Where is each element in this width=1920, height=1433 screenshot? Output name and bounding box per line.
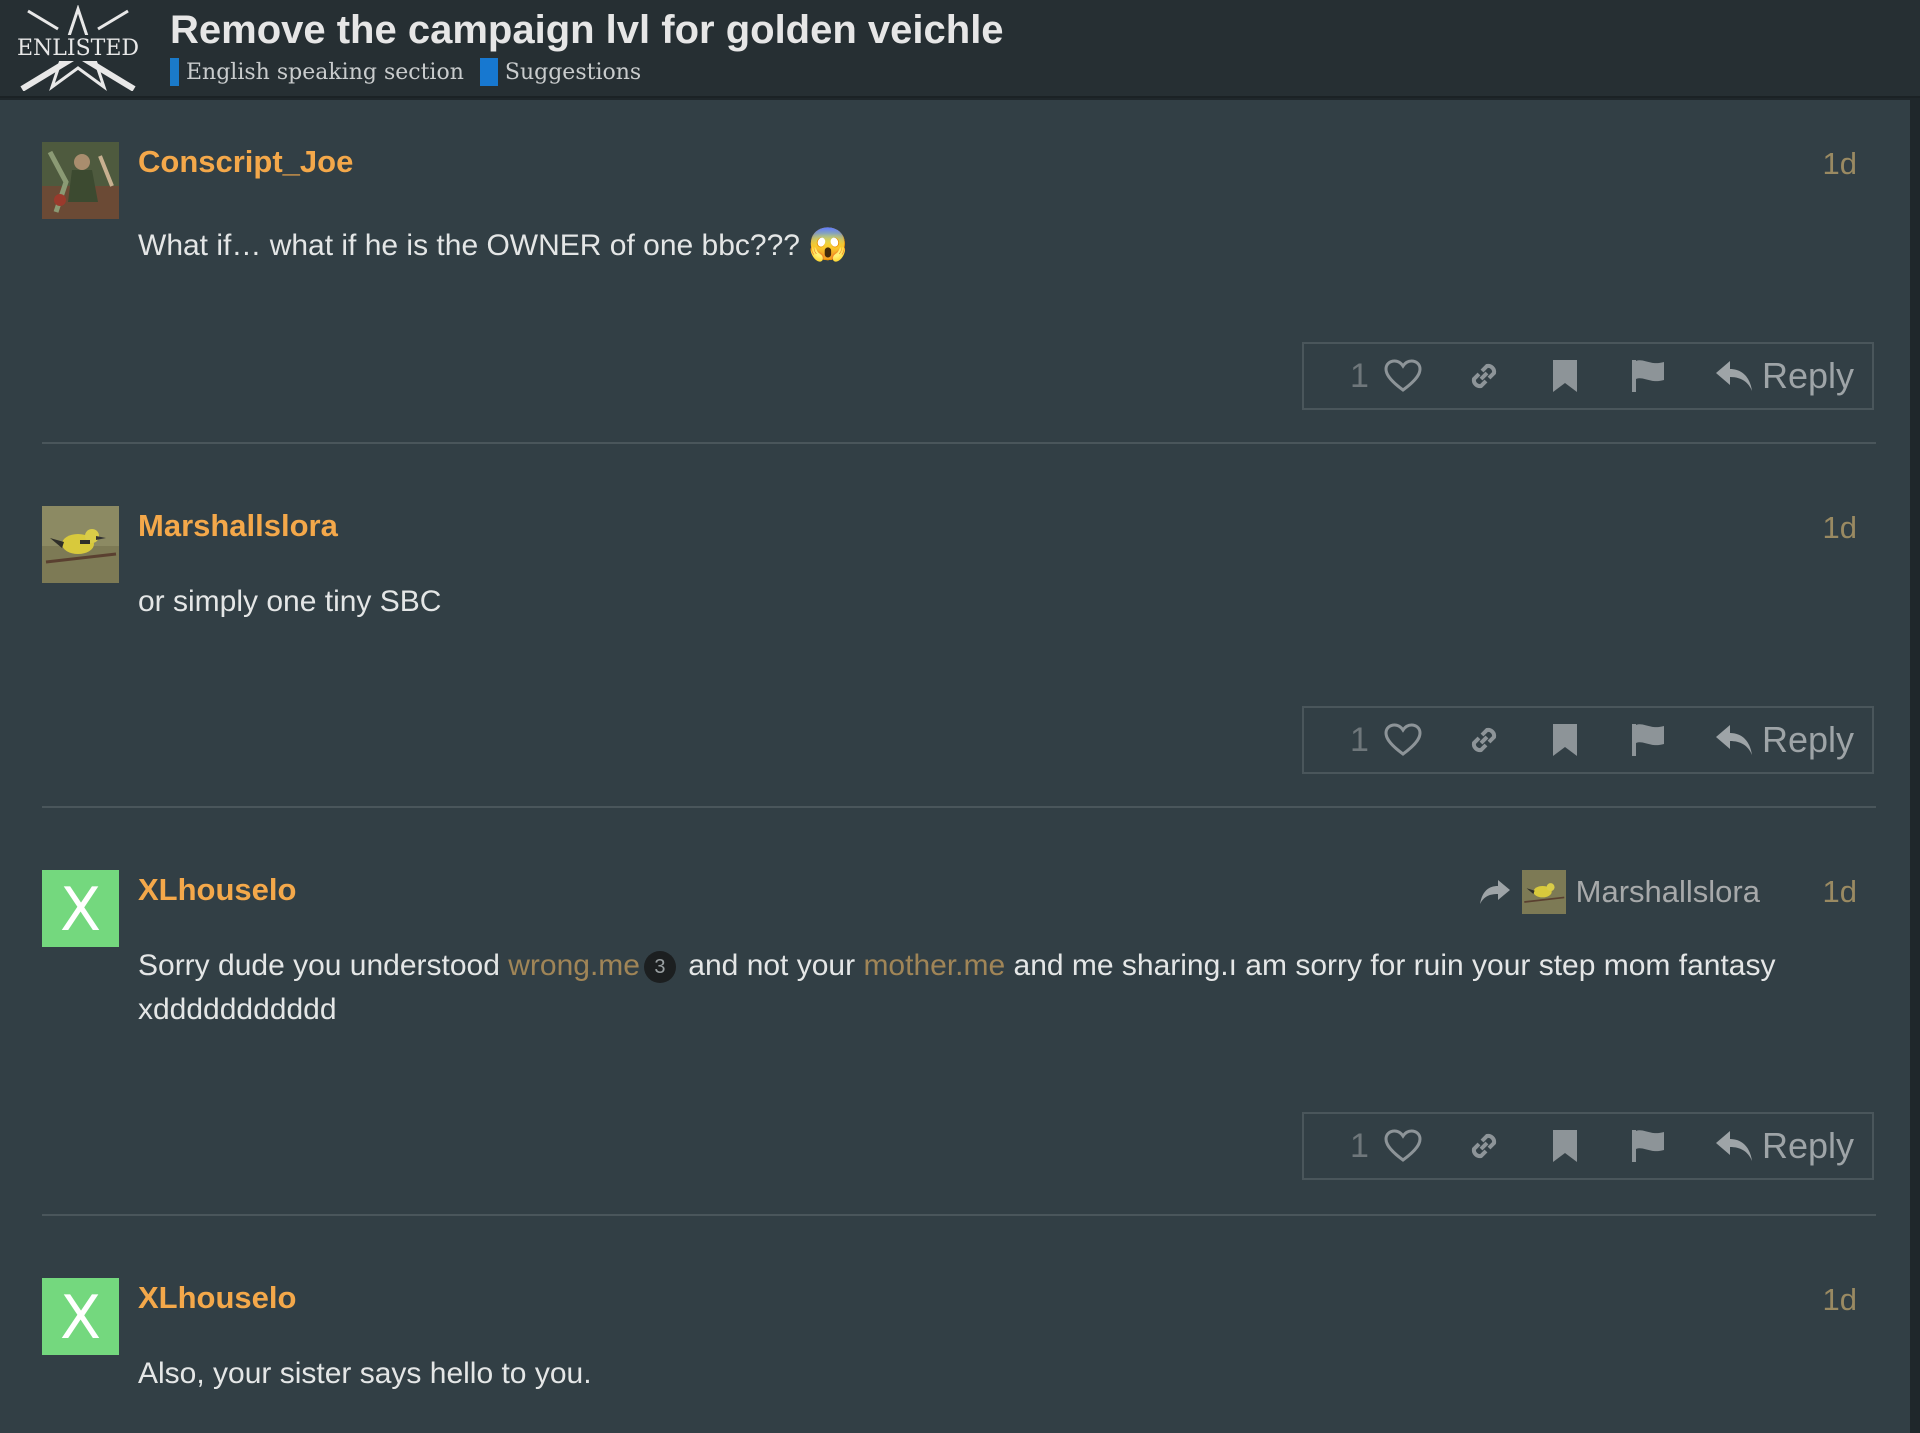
reply-button[interactable]: Reply [1714,708,1854,772]
reply-label: Reply [1762,1125,1855,1166]
link-click-count-badge: 3 [643,951,676,984]
reply-arrow-icon [1716,725,1752,755]
post-actions: 1 Reply [1302,342,1874,410]
post-actions: 1 Reply [1302,1112,1874,1180]
post-divider [42,442,1876,444]
flag-icon[interactable] [1630,708,1666,772]
logo-text: ENLISTED [18,36,138,61]
category-label: English speaking section [186,59,464,85]
avatar[interactable]: X [42,870,119,947]
post-divider [42,1214,1876,1216]
link-icon[interactable] [1466,344,1502,408]
post-text: What if… what if he is the OWNER of one … [138,229,800,262]
reply-to-username: Marshallslora [1575,874,1760,909]
like-count[interactable]: 1 [1350,344,1369,408]
bird-avatar-icon [42,506,119,583]
reply-to-arrow-icon [1479,880,1510,904]
post-date[interactable]: 1d [1823,510,1857,546]
topic-header: ENLISTED Remove the campaign lvl for gol… [0,0,1920,98]
bird-avatar-icon [1521,870,1566,914]
bookmark-icon[interactable] [1550,1114,1580,1178]
category-label: Suggestions [504,59,642,85]
reply-label: Reply [1762,719,1855,760]
post-date[interactable]: 1d [1823,1282,1857,1318]
category-color-swatch [479,58,498,86]
username[interactable]: Conscript_Joe [138,144,353,180]
like-count[interactable]: 1 [1350,708,1369,772]
scream-emoji: 😱 [808,226,849,262]
post-text: and not your [679,949,864,982]
link-icon[interactable] [1466,708,1502,772]
page-title[interactable]: Remove the campaign lvl for golden veich… [170,8,1004,53]
mother-me-link[interactable]: mother.me [863,949,1005,982]
reply-button[interactable]: Reply [1714,344,1854,408]
post-body: Sorry dude you understood wrong.me 3 and … [138,944,1868,1032]
post-body: Also, your sister says hello to you. [138,1357,592,1390]
post-date[interactable]: 1d [1823,874,1857,910]
post-body: or simply one tiny SBC [138,585,442,618]
heart-icon[interactable] [1384,708,1422,772]
enlisted-logo[interactable]: ENLISTED [17,4,139,92]
wrong-me-link[interactable]: wrong.me [508,949,640,982]
like-count[interactable]: 1 [1350,1114,1369,1178]
category-link-suggestions[interactable]: Suggestions [479,58,642,86]
reply-label: Reply [1762,355,1855,396]
heart-icon[interactable] [1384,344,1422,408]
reply-to-avatar [1521,870,1566,914]
flag-icon[interactable] [1630,1114,1666,1178]
username[interactable]: XLhouselo [138,872,296,908]
post-text: Sorry dude you understood [138,949,509,982]
post-actions: 1 Reply [1302,706,1874,774]
breadcrumb: English speaking section Suggestions [170,58,641,86]
username[interactable]: Marshallslora [138,508,338,544]
category-link-english[interactable]: English speaking section [170,58,464,86]
category-color-swatch [170,58,179,86]
reply-arrow-icon [1716,361,1752,391]
reply-button[interactable]: Reply [1714,1114,1854,1178]
avatar[interactable]: X [42,1278,119,1355]
avatar[interactable] [42,142,119,219]
bookmark-icon[interactable] [1550,344,1580,408]
post-stream: Conscript_Joe 1d What if… what if he is … [0,100,1910,1433]
avatar[interactable] [42,506,119,583]
reply-arrow-icon [1716,1131,1752,1161]
username[interactable]: XLhouselo [138,1280,296,1316]
bookmark-icon[interactable] [1550,708,1580,772]
link-icon[interactable] [1466,1114,1502,1178]
post-body: What if… what if he is the OWNER of one … [138,222,1868,268]
post-date[interactable]: 1d [1823,146,1857,182]
post-divider [42,806,1876,808]
flag-icon[interactable] [1630,344,1666,408]
soldier-art-avatar-icon [42,142,119,219]
reply-to-link[interactable]: Marshallslora [1478,870,1760,914]
heart-icon[interactable] [1384,1114,1422,1178]
